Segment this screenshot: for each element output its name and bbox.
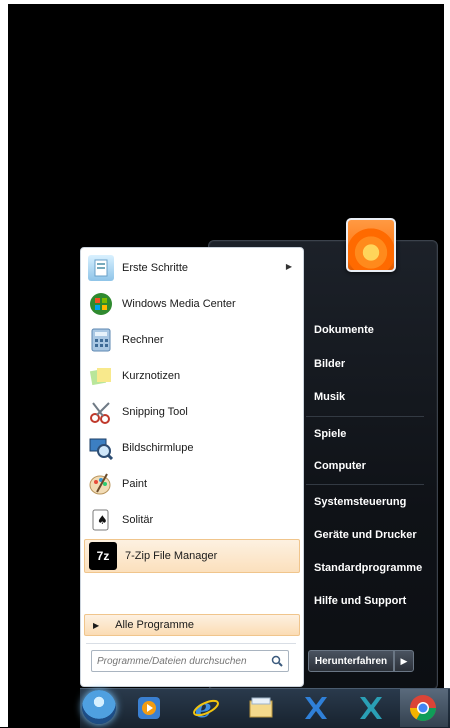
program-solitaer[interactable]: ♠ Solitär — [84, 504, 298, 536]
link-hilfe-und-support[interactable]: Hilfe und Support — [314, 595, 406, 607]
left-separator — [86, 643, 296, 644]
x-app-icon[interactable] — [355, 693, 385, 723]
x-app-icon[interactable] — [300, 693, 330, 723]
all-programs-button[interactable]: ▶ Alle Programme — [84, 614, 300, 636]
calculator-icon — [88, 327, 114, 353]
link-geraete-und-drucker[interactable]: Geräte und Drucker — [314, 529, 417, 541]
program-7zip-file-manager[interactable]: 7z 7-Zip File Manager — [84, 539, 300, 573]
link-standardprogramme[interactable]: Standardprogramme — [314, 562, 422, 574]
svg-text:♠: ♠ — [97, 513, 108, 527]
media-player-icon[interactable] — [134, 693, 164, 723]
search-input[interactable] — [95, 654, 269, 668]
7zip-icon: 7z — [89, 542, 117, 570]
program-label: Bildschirmlupe — [122, 442, 194, 454]
submenu-arrow-icon: ▶ — [285, 262, 292, 271]
program-rechner[interactable]: Rechner — [84, 324, 298, 356]
link-spiele[interactable]: Spiele — [314, 428, 346, 440]
getting-started-icon — [88, 255, 114, 281]
shutdown-options-button[interactable]: ▶ — [394, 650, 414, 672]
scissors-icon — [88, 399, 114, 425]
program-windows-media-center[interactable]: Windows Media Center — [84, 288, 298, 320]
internet-explorer-icon[interactable]: e — [191, 693, 221, 723]
link-bilder[interactable]: Bilder — [314, 358, 345, 370]
program-label: Solitär — [122, 514, 154, 526]
program-snipping-tool[interactable]: Snipping Tool — [84, 396, 298, 428]
right-separator — [306, 484, 424, 485]
search-box[interactable] — [91, 650, 289, 672]
program-erste-schritte[interactable]: Erste Schritte ▶ — [84, 252, 298, 284]
program-kurznotizen[interactable]: Kurznotizen — [84, 360, 298, 392]
paint-palette-icon — [88, 471, 114, 497]
play-triangle-icon: ▶ — [93, 620, 100, 630]
link-systemsteuerung[interactable]: Systemsteuerung — [314, 496, 406, 508]
sticky-notes-icon — [88, 363, 114, 389]
program-label: Windows Media Center — [122, 298, 236, 310]
solitaire-card-icon: ♠ — [88, 507, 114, 533]
media-center-icon — [88, 291, 114, 317]
magnifier-icon — [88, 435, 114, 461]
right-separator — [306, 416, 424, 417]
link-musik[interactable]: Musik — [314, 391, 345, 403]
link-dokumente[interactable]: Dokumente — [314, 324, 374, 336]
program-paint[interactable]: Paint — [84, 468, 298, 500]
program-label: Paint — [122, 478, 148, 490]
all-programs-label: Alle Programme — [115, 619, 195, 631]
link-computer[interactable]: Computer — [314, 460, 366, 472]
chrome-icon[interactable] — [408, 693, 438, 723]
search-icon[interactable] — [269, 653, 285, 669]
program-label: Erste Schritte — [122, 262, 189, 274]
program-bildschirmlupe[interactable]: Bildschirmlupe — [84, 432, 298, 464]
program-label: Snipping Tool — [122, 406, 188, 418]
program-label: Kurznotizen — [122, 370, 181, 382]
user-avatar[interactable] — [346, 218, 396, 272]
file-explorer-icon[interactable] — [246, 693, 276, 723]
start-orb-icon[interactable] — [82, 690, 116, 724]
program-label: Rechner — [122, 334, 164, 346]
program-label: 7-Zip File Manager — [125, 550, 218, 562]
shutdown-button[interactable]: Herunterfahren — [308, 650, 394, 672]
